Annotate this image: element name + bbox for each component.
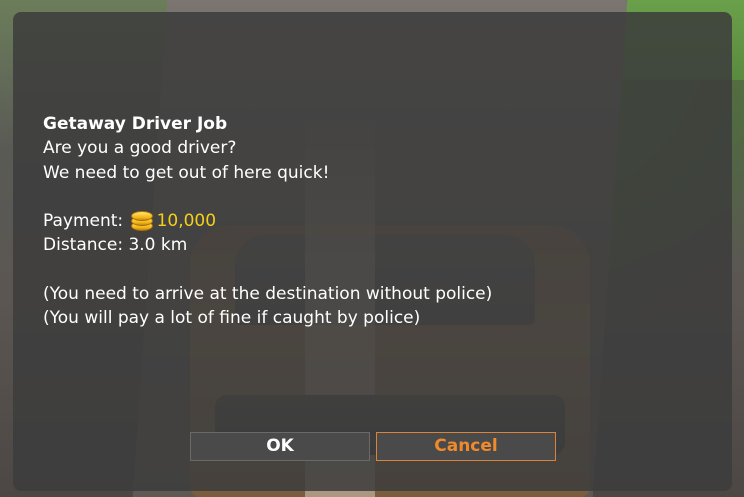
job-dialog-content: Getaway Driver Job Are you a good driver… xyxy=(43,112,703,331)
job-description-line-1: Are you a good driver? xyxy=(43,138,237,159)
job-description-line-2: We need to get out of here quick! xyxy=(43,162,330,183)
ok-button[interactable]: OK xyxy=(190,432,370,461)
coin-stack-icon xyxy=(130,210,153,232)
job-title: Getaway Driver Job xyxy=(43,114,228,134)
payment-row: Payment: 10,000 xyxy=(43,209,703,233)
cancel-button[interactable]: Cancel xyxy=(376,432,556,461)
payment-amount: 10,000 xyxy=(156,211,217,232)
distance-text: Distance: 3.0 km xyxy=(43,235,188,256)
note-police: (You need to arrive at the destination w… xyxy=(43,284,493,305)
note-fine: (You will pay a lot of fine if caught by… xyxy=(43,308,421,329)
payment-label: Payment: xyxy=(43,211,124,232)
